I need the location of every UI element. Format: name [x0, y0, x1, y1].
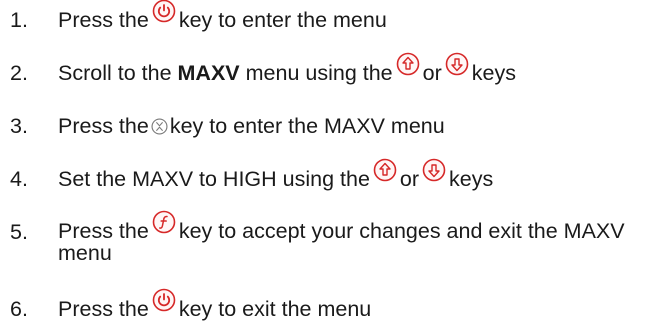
step-text-pre: Press the [58, 114, 149, 138]
down-arrow-key-icon [445, 52, 469, 76]
up-arrow-key-icon [396, 52, 420, 76]
step-text: Press the key to accept your changes and … [58, 220, 657, 264]
step-text-pre: Press the [58, 297, 149, 321]
step-text: Press the key to enter the MAXV menu [58, 114, 657, 138]
enter-key-icon [151, 118, 168, 135]
step-number: 1. [10, 8, 28, 32]
step-number: 3. [10, 114, 28, 138]
step-text-post: keys [471, 61, 516, 85]
step-text: Press the key to exit the menu [58, 297, 657, 321]
step-text: Scroll to the MAXV menu using the or keys [58, 61, 657, 85]
step-text-pre: Set the MAXV to HIGH using the [58, 167, 370, 191]
power-key-icon [152, 288, 176, 312]
step-text: Set the MAXV to HIGH using the or keys [58, 167, 657, 191]
step-text-post: keys [449, 167, 494, 191]
step-text: Press the key to enter the menu [58, 8, 657, 32]
down-arrow-key-icon [422, 158, 446, 182]
step-text-post: key to exit the menu [178, 297, 372, 321]
step-number: 5. [10, 220, 28, 244]
step-text-or: or [422, 61, 442, 85]
step-text-post: key to enter the menu [178, 8, 387, 32]
step-text-pre: Press the [58, 219, 149, 243]
step-text-mid: menu using the [245, 61, 393, 85]
step-number: 2. [10, 61, 28, 85]
power-key-icon [152, 0, 176, 23]
step-number: 4. [10, 167, 28, 191]
instruction-steps-list: 1. Press the key to enter the menu 2. Scr… [0, 0, 667, 333]
function-key-icon [152, 210, 176, 234]
step-number: 6. [10, 297, 28, 321]
step-text-or: or [399, 167, 420, 191]
menu-name-bold: MAXV [177, 61, 240, 85]
step-text-pre: Scroll to the [58, 61, 172, 85]
step-text-pre: Press the [58, 8, 149, 32]
step-text-post: key to enter the MAXV menu [169, 114, 445, 138]
up-arrow-key-icon [373, 158, 397, 182]
